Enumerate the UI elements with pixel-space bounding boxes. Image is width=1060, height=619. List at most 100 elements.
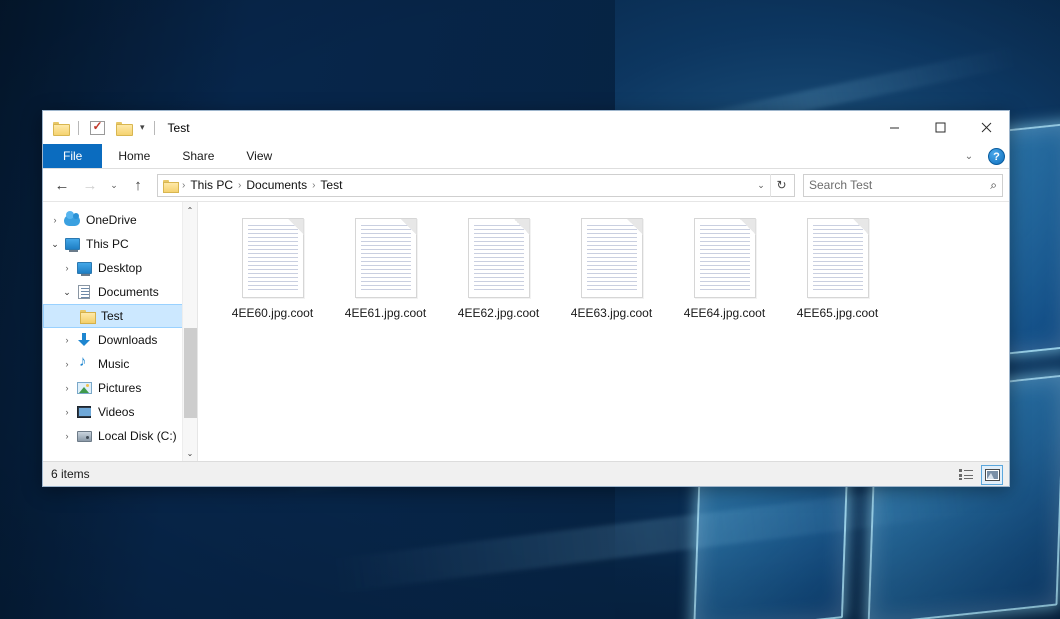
file-name-label: 4EE64.jpg.coot (684, 306, 765, 320)
generic-document-icon (242, 218, 304, 298)
navigation-scrollbar[interactable]: ⌃ ⌄ (182, 202, 197, 461)
disk-icon (75, 428, 93, 444)
title-bar[interactable]: ▾ Test (43, 111, 1009, 144)
window-body: › OneDrive ⌄ This PC › Desktop ⌄ Documen… (43, 201, 1009, 461)
folder-icon (163, 179, 177, 191)
tab-view[interactable]: View (230, 144, 288, 168)
file-grid: 4EE60.jpg.coot 4EE61.jpg.coot (216, 216, 1009, 320)
scroll-up-icon[interactable]: ⌃ (183, 202, 198, 218)
sidebar-item-label: This PC (86, 237, 129, 251)
chevron-right-icon[interactable]: › (59, 263, 75, 273)
ribbon-right-controls: ⌄ ? (958, 144, 1005, 169)
chevron-down-icon[interactable]: ⌄ (47, 239, 63, 250)
sidebar-item-onedrive[interactable]: › OneDrive (43, 208, 197, 232)
scrollbar-track[interactable] (183, 218, 198, 445)
chevron-right-icon[interactable]: › (59, 383, 75, 393)
recent-locations-button[interactable]: ⌄ (105, 173, 123, 197)
chevron-right-icon[interactable]: › (47, 215, 63, 225)
list-item[interactable]: 4EE65.jpg.coot (781, 216, 894, 320)
maximize-button[interactable] (917, 111, 963, 144)
sidebar-item-videos[interactable]: › Videos (43, 400, 197, 424)
file-name-label: 4EE65.jpg.coot (797, 306, 878, 320)
breadcrumb[interactable]: › This PC › Documents › Test ⌄ ↻ (157, 174, 795, 197)
chevron-right-icon[interactable]: › (59, 407, 75, 417)
scroll-down-icon[interactable]: ⌄ (183, 445, 198, 461)
sidebar-item-label: Music (98, 357, 129, 371)
window-controls (871, 111, 1009, 144)
chevron-right-icon[interactable]: › (59, 335, 75, 345)
generic-document-icon (694, 218, 756, 298)
details-view-button[interactable] (955, 465, 977, 485)
generic-document-icon (468, 218, 530, 298)
file-name-label: 4EE62.jpg.coot (458, 306, 539, 320)
sidebar-item-label: Desktop (98, 261, 142, 275)
minimize-button[interactable] (871, 111, 917, 144)
generic-document-icon (807, 218, 869, 298)
sidebar-item-label: Documents (98, 285, 159, 299)
tab-home[interactable]: Home (102, 144, 166, 168)
list-item[interactable]: 4EE60.jpg.coot (216, 216, 329, 320)
sidebar-item-this-pc[interactable]: ⌄ This PC (43, 232, 197, 256)
chevron-right-icon[interactable]: › (59, 359, 75, 369)
documents-icon (75, 284, 93, 300)
file-name-label: 4EE63.jpg.coot (571, 306, 652, 320)
large-icons-view-button[interactable] (981, 465, 1003, 485)
tab-file[interactable]: File (43, 144, 102, 168)
status-bar: 6 items (43, 461, 1009, 486)
refresh-icon[interactable]: ↻ (770, 174, 792, 197)
up-button[interactable]: ↑ (125, 173, 151, 197)
search-icon[interactable]: ⌕ (990, 178, 997, 193)
quick-access-toolbar: ▾ Test (43, 117, 190, 139)
breadcrumb-this-pc[interactable]: This PC (186, 178, 237, 192)
music-icon (75, 356, 93, 372)
properties-icon[interactable] (86, 117, 108, 139)
sidebar-item-music[interactable]: › Music (43, 352, 197, 376)
sidebar-item-downloads[interactable]: › Downloads (43, 328, 197, 352)
list-item[interactable]: 4EE62.jpg.coot (442, 216, 555, 320)
chevron-right-icon[interactable]: › (59, 431, 75, 441)
view-mode-buttons (955, 462, 1003, 487)
file-explorer-window: ▾ Test File Home Share View ⌄ ? ← → (42, 110, 1010, 487)
breadcrumb-documents[interactable]: Documents (242, 178, 311, 192)
sidebar-item-documents[interactable]: ⌄ Documents (43, 280, 197, 304)
ribbon-tabs: File Home Share View ⌄ ? (43, 144, 1009, 169)
search-placeholder: Search Test (809, 178, 990, 192)
window-title: Test (168, 121, 190, 135)
scrollbar-thumb[interactable] (184, 328, 197, 418)
sidebar-item-pictures[interactable]: › Pictures (43, 376, 197, 400)
tab-share[interactable]: Share (166, 144, 230, 168)
item-count-label: 6 items (51, 467, 90, 481)
back-button[interactable]: ← (49, 173, 75, 197)
toolbar-separator (154, 121, 155, 135)
chevron-down-icon[interactable]: ⌄ (59, 287, 75, 298)
sidebar-item-label: Pictures (98, 381, 141, 395)
chevron-down-icon[interactable]: ▾ (138, 122, 147, 133)
pictures-icon (75, 380, 93, 396)
sidebar-item-label: Videos (98, 405, 134, 419)
sidebar-item-label: Local Disk (C:) (98, 429, 177, 443)
chevron-down-icon[interactable]: ⌄ (958, 147, 980, 167)
sidebar-item-label: Downloads (98, 333, 157, 347)
file-name-label: 4EE61.jpg.coot (345, 306, 426, 320)
sidebar-item-local-disk[interactable]: › Local Disk (C:) (43, 424, 197, 448)
new-folder-icon[interactable] (112, 117, 134, 139)
folder-icon (78, 308, 96, 324)
chevron-down-icon[interactable]: ⌄ (752, 180, 770, 191)
list-item[interactable]: 4EE63.jpg.coot (555, 216, 668, 320)
sidebar-item-label: OneDrive (86, 213, 137, 227)
list-item[interactable]: 4EE61.jpg.coot (329, 216, 442, 320)
help-icon[interactable]: ? (988, 148, 1005, 165)
generic-document-icon (355, 218, 417, 298)
search-input[interactable]: Search Test ⌕ (803, 174, 1003, 197)
toolbar-separator (78, 121, 79, 135)
list-item[interactable]: 4EE64.jpg.coot (668, 216, 781, 320)
sidebar-item-test[interactable]: Test (43, 304, 197, 328)
downloads-icon (75, 332, 93, 348)
forward-button[interactable]: → (77, 173, 103, 197)
file-list-pane[interactable]: 4EE60.jpg.coot 4EE61.jpg.coot (198, 202, 1009, 461)
desktop-icon (75, 260, 93, 276)
breadcrumb-test[interactable]: Test (316, 178, 346, 192)
sidebar-item-desktop[interactable]: › Desktop (43, 256, 197, 280)
close-button[interactable] (963, 111, 1009, 144)
folder-icon[interactable] (49, 117, 71, 139)
